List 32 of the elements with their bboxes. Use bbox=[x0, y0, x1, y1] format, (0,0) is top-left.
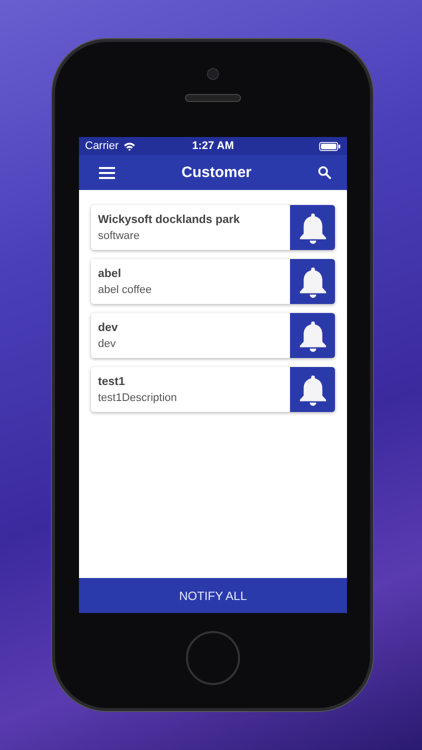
bell-icon bbox=[298, 212, 326, 244]
customer-description: test1Description bbox=[98, 392, 178, 404]
wifi-icon bbox=[122, 142, 136, 150]
notify-button[interactable] bbox=[290, 259, 335, 304]
screen-title: Customer bbox=[181, 164, 252, 181]
customer-card[interactable]: dev dev bbox=[91, 313, 335, 358]
customer-description: software bbox=[98, 230, 141, 242]
customer-card[interactable]: abel abel coffee bbox=[91, 259, 335, 304]
customer-card[interactable]: Wickysoft docklands park software bbox=[91, 205, 335, 250]
notify-button[interactable] bbox=[290, 205, 335, 250]
search-icon bbox=[318, 166, 331, 179]
notify-button[interactable] bbox=[290, 313, 335, 358]
notify-button[interactable] bbox=[290, 367, 335, 412]
customer-name: abel bbox=[98, 268, 122, 280]
customer-name: dev bbox=[98, 322, 119, 334]
customer-description: abel coffee bbox=[98, 284, 153, 296]
menu-icon bbox=[99, 166, 115, 178]
speaker-icon bbox=[185, 94, 241, 102]
notify-all-button[interactable]: NOTIFY ALL bbox=[79, 578, 347, 613]
camera-icon bbox=[207, 68, 219, 80]
bell-icon bbox=[298, 374, 326, 406]
battery-icon bbox=[319, 142, 341, 150]
menu-button[interactable] bbox=[97, 164, 117, 180]
bell-icon bbox=[298, 266, 326, 298]
carrier-label: Carrier bbox=[85, 140, 119, 152]
bell-icon bbox=[298, 320, 326, 352]
status-time: 1:27 AM bbox=[192, 140, 234, 152]
customer-card[interactable]: test1 test1Description bbox=[91, 367, 335, 412]
search-button[interactable] bbox=[316, 164, 333, 181]
customer-name: Wickysoft docklands park bbox=[98, 214, 241, 226]
customer-description: dev bbox=[98, 338, 117, 350]
customer-name: test1 bbox=[98, 376, 126, 388]
